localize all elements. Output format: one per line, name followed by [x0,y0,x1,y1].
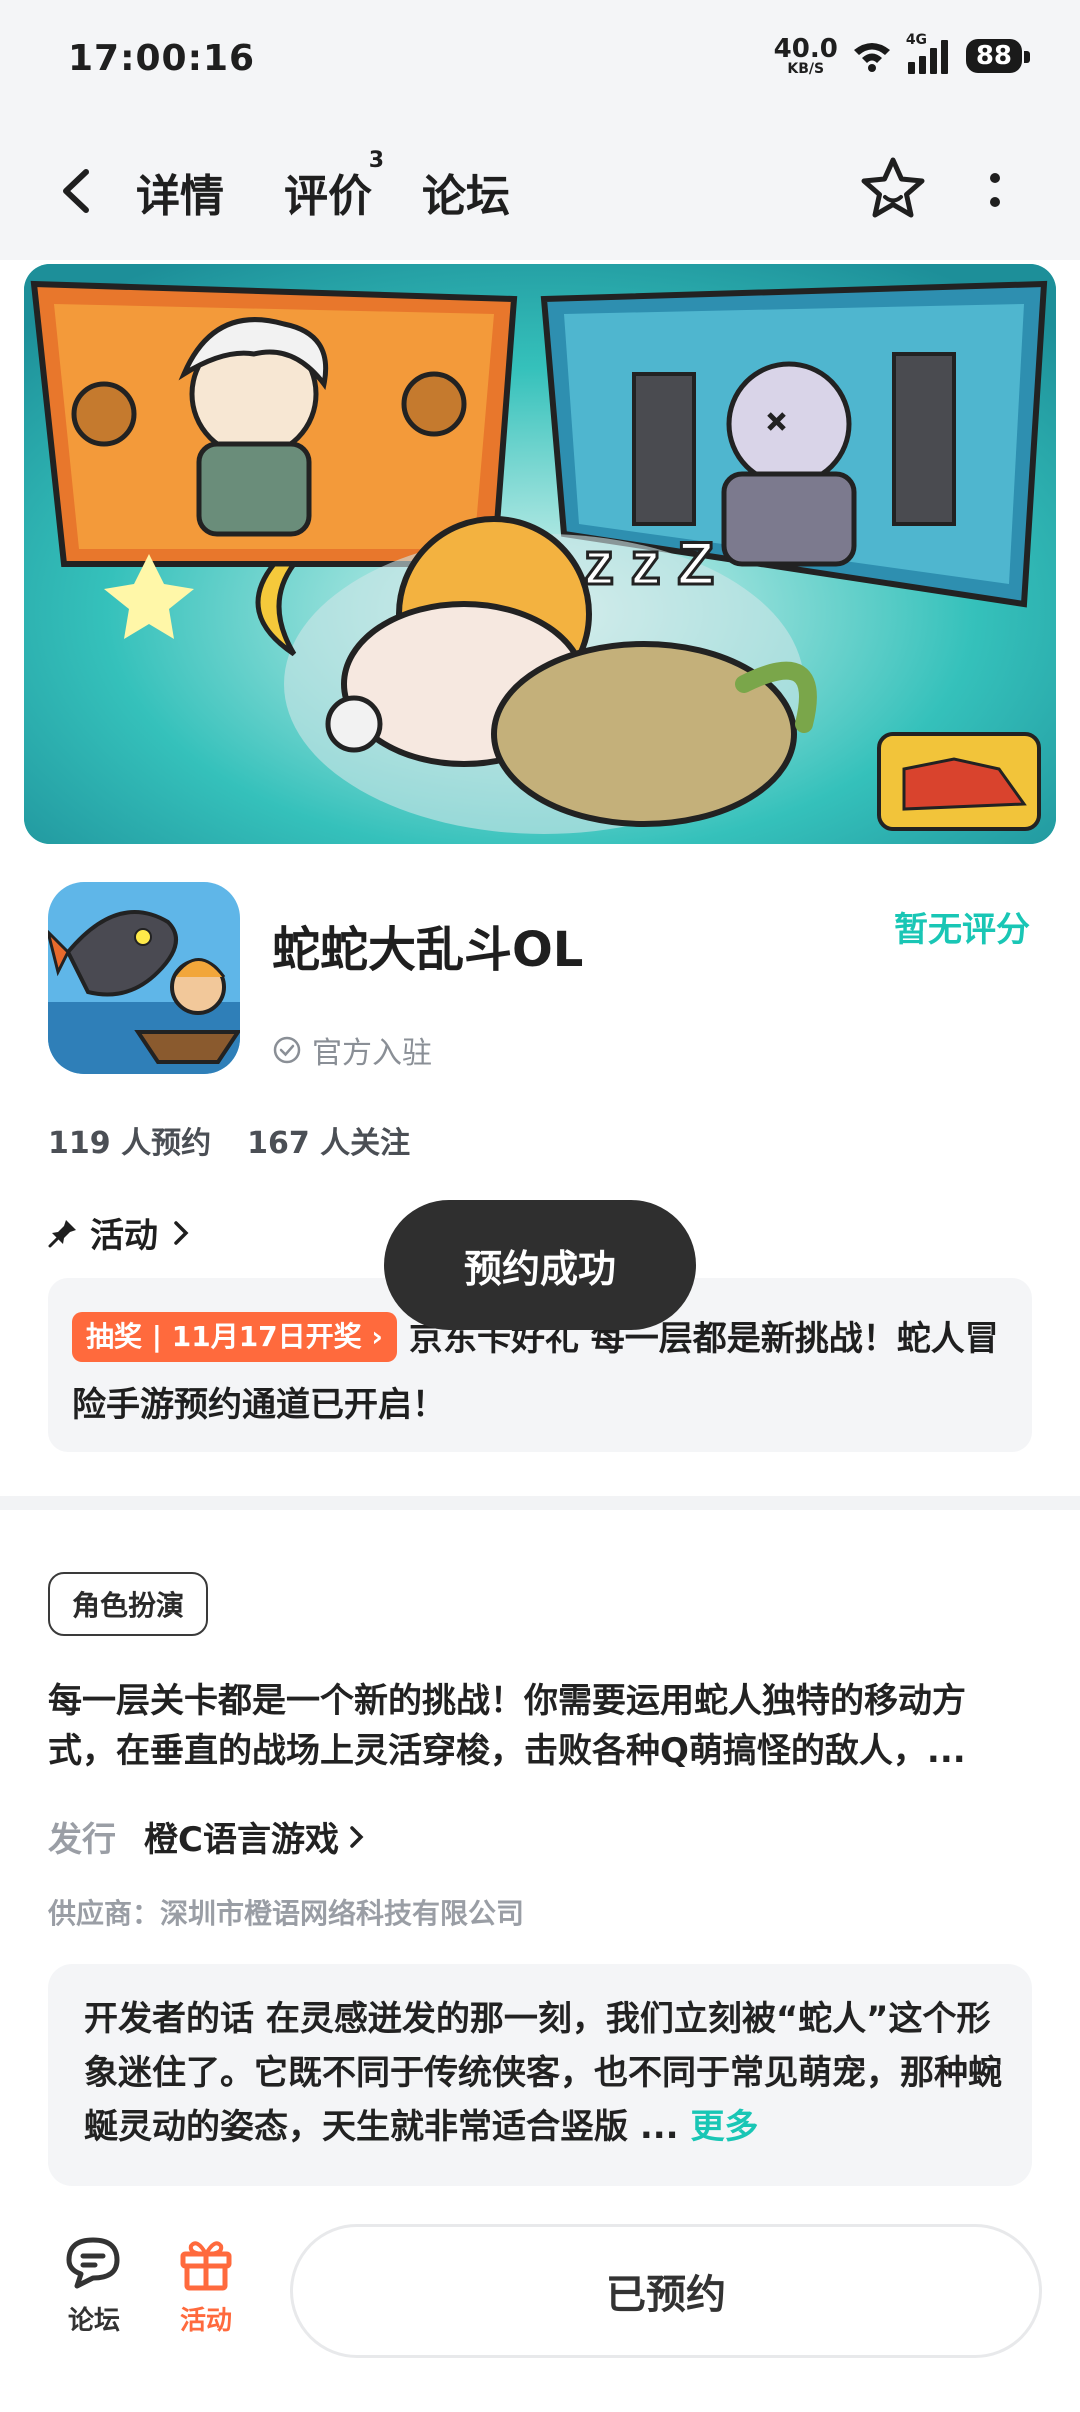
developer-note-text: 开发者的话 在灵感迸发的那一刻，我们立刻被“蛇人”这个形象迷住了。它既不同于传统… [84,1999,1002,2147]
game-banner-image[interactable]: z z Z [24,264,1056,844]
back-icon[interactable] [52,164,106,218]
bottom-activity-button[interactable]: 活动 [156,2234,256,2337]
app-icon [48,882,240,1074]
net-speed: 40.0 KB/S [774,36,838,76]
bottom-forum-button[interactable]: 论坛 [44,2234,144,2337]
chevron-right-icon [174,1220,189,1245]
publisher-link[interactable]: 橙C语言游戏 [144,1812,367,1861]
app-title: 蛇蛇大乱斗OL [272,922,584,978]
tab-review-label: 评价 [284,171,372,222]
tab-detail[interactable]: 详情 [130,160,230,224]
favorite-star-icon[interactable] [858,154,928,224]
bottom-activity-label: 活动 [179,2306,232,2336]
lottery-badge-label: 抽奖 | 11月17日开奖 [86,1320,362,1353]
app-stats: 119 人预约 167 人关注 [48,1118,410,1162]
forum-chat-icon [66,2237,120,2289]
pin-icon [48,1219,76,1247]
reserved-button[interactable]: 已预约 [290,2224,1042,2358]
official-badge: 官方入驻 [272,1028,432,1072]
supplier-info: 供应商：深圳市橙语网络科技有限公司 [48,1897,525,1930]
status-icons: 40.0 KB/S 4G 88 [774,32,1031,76]
tab-detail-label: 详情 [136,171,224,222]
reservation-count: 119 人预约 [48,1126,212,1161]
chevron-right-icon [350,1825,364,1848]
genre-tag[interactable]: 角色扮演 [48,1572,209,1636]
developer-note-card[interactable]: 开发者的话 在灵感迸发的那一刻，我们立刻被“蛇人”这个形象迷住了。它既不同于传统… [48,1964,1032,2186]
publisher-label: 发行 [48,1820,116,1860]
bottom-action-bar: 论坛 活动 已预约 [0,2210,1080,2412]
battery-indicator: 88 [965,39,1031,73]
wifi-icon [853,43,890,72]
tab-review[interactable]: 评价 3 [284,148,384,224]
official-label: 官方入驻 [312,1036,432,1071]
review-count-badge: 3 [368,148,384,173]
more-options-icon[interactable] [980,166,1010,216]
activity-header[interactable]: 活动 [48,1208,192,1257]
status-time: 17:00:16 [68,38,256,79]
net-speed-value: 40.0 [773,34,838,64]
rating-label: 暂无评分 [894,910,1030,950]
game-description[interactable]: 每一层关卡都是一个新的挑战！你需要运用蛇人独特的移动方式，在垂直的战场上灵活穿梭… [48,1676,1032,1776]
publisher-name: 橙C语言游戏 [144,1820,339,1860]
top-nav: 详情 评价 3 论坛 [0,120,1080,260]
more-link[interactable]: 更多 [690,2107,758,2147]
activity-heading: 活动 [90,1216,158,1256]
tab-forum-label: 论坛 [422,171,510,222]
verified-check-icon [273,1036,301,1064]
section-divider [0,1496,1080,1510]
developer-note: 开发者的话 在灵感迸发的那一刻，我们立刻被“蛇人”这个形象迷住了。它既不同于传统… [84,1992,1004,2154]
svg-text:z z Z: z z Z [584,530,714,597]
tab-forum[interactable]: 论坛 [422,160,510,224]
publisher-row[interactable]: 发行 橙C语言游戏 [48,1812,367,1861]
gift-icon [180,2241,232,2291]
follower-count: 167 人关注 [247,1126,411,1161]
toast-message: 预约成功 [384,1200,696,1330]
status-bar: 17:00:16 40.0 KB/S 4G 88 [0,0,1080,120]
lottery-badge: 抽奖 | 11月17日开奖 › [72,1312,397,1362]
bottom-forum-label: 论坛 [67,2306,120,2336]
banner-illustration: z z Z [24,264,1056,844]
cell-signal-icon: 4G [906,32,952,74]
net-speed-unit: KB/S [787,61,825,77]
